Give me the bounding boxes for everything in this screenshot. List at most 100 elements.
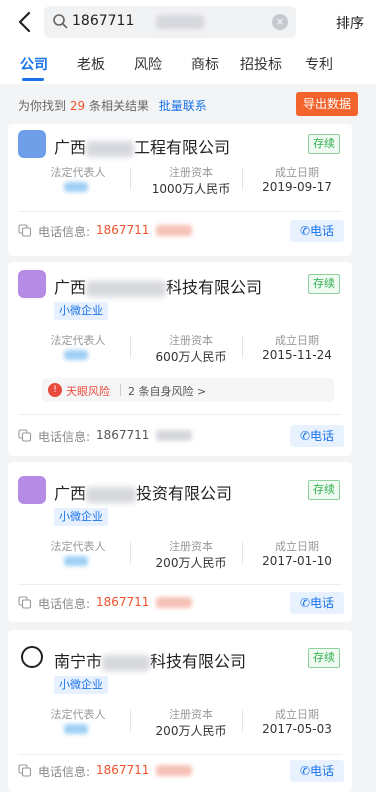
search-input[interactable]: 1867711 [72,13,134,29]
company-tag: 小微企业 [54,302,108,320]
call-label: 电话 [310,429,335,443]
copy-icon[interactable] [18,224,32,237]
founded-value: 2017-01-10 [262,554,332,568]
tab-boss[interactable]: 老板 [77,54,105,74]
call-button[interactable]: ✆电话 [290,592,344,614]
company-card[interactable]: 广西 科技有限公司 存续 小微企业 法定代表人 注册资本 600万人民币 成立日期… [8,262,352,456]
company-name-prefix: 南宁市 [54,652,103,671]
copy-icon[interactable] [18,429,32,442]
result-count: 29 [69,99,86,113]
clear-icon[interactable]: × [272,14,288,30]
redacted-text [156,430,192,441]
legal-rep-value[interactable] [64,724,88,734]
company-name-suffix: 科技有限公司 [150,652,247,671]
company-logo [21,646,43,668]
capital-label: 注册资本 [169,708,213,721]
top-bar: 1867711 × 排序 [0,0,376,44]
company-logo [18,270,46,298]
redacted-text [156,597,192,608]
company-card[interactable]: 广西 工程有限公司 存续 法定代表人 注册资本 1000万人民币 成立日期 201… [8,124,352,256]
divider [18,584,342,585]
capital-value: 600万人民币 [155,350,227,364]
redacted-text [156,15,204,29]
redacted-text [86,486,137,503]
search-box[interactable]: 1867711 × [44,6,296,38]
redacted-text [156,225,192,236]
phone-icon: ✆ [299,596,311,610]
company-logo [18,476,46,504]
company-logo [18,130,46,158]
founded-label: 成立日期 [275,540,319,553]
phone-label: 电话信息: [38,597,91,611]
capital-label: 注册资本 [169,166,213,179]
divider [18,211,342,212]
company-name[interactable]: 广西 工程有限公司 [54,134,230,158]
call-label: 电话 [310,764,335,778]
legal-rep-value[interactable] [64,350,88,360]
risk-count: 2 条自身风险 > [128,385,207,398]
tab-patent[interactable]: 专利 [305,54,333,74]
phone-number[interactable]: 1867711 [96,763,149,777]
call-label: 电话 [310,224,335,238]
phone-label: 电话信息: [38,430,91,444]
redacted-text [156,765,192,776]
legal-rep-label: 法定代表人 [50,166,106,179]
phone-label: 电话信息: [38,765,91,779]
phone-icon: ✆ [299,764,311,778]
founded-label: 成立日期 [275,708,319,721]
phone-row: 电话信息: 1867711 ✆电话 [18,220,348,242]
tab-company[interactable]: 公司 [20,54,48,74]
tab-trademark[interactable]: 商标 [191,54,219,74]
risk-title: 天眼风险 [66,385,110,398]
founded-label: 成立日期 [275,166,319,179]
phone-label: 电话信息: [38,225,91,239]
chevron-left-icon [18,11,31,33]
risk-summary[interactable]: ! 天眼风险 2 条自身风险 > [42,378,334,402]
back-button[interactable] [12,8,36,36]
batch-contact-link[interactable]: 批量联系 [159,99,207,113]
phone-number[interactable]: 1867711 [96,428,149,442]
call-button[interactable]: ✆电话 [290,760,344,782]
capital-label: 注册资本 [169,334,213,347]
summary-text: 为你找到 29 条相关结果 批量联系 [18,97,207,114]
legal-rep-value[interactable] [64,556,88,566]
copy-icon[interactable] [18,764,32,777]
founded-value: 2019-09-17 [262,180,332,194]
copy-icon[interactable] [18,596,32,609]
legal-rep-value[interactable] [64,182,88,192]
status-badge: 存续 [308,648,340,668]
risk-icon: ! [48,383,62,397]
company-name[interactable]: 广西 投资有限公司 [54,480,232,504]
category-tabs: 公司 老板 风险 商标 招投标 专利 [0,44,376,84]
company-card[interactable]: 广西 投资有限公司 存续 小微企业 法定代表人 注册资本 200万人民币 成立日期… [8,462,352,622]
call-button[interactable]: ✆电话 [290,220,344,242]
company-name-prefix: 广西 [54,484,87,503]
phone-icon: ✆ [299,429,311,443]
capital-label: 注册资本 [169,540,213,553]
tab-risk[interactable]: 风险 [134,54,162,74]
summary-prefix: 为你找到 [18,99,67,113]
company-name[interactable]: 广西 科技有限公司 [54,274,262,298]
sort-button[interactable]: 排序 [336,13,364,33]
tab-bidding[interactable]: 招投标 [240,54,282,74]
call-label: 电话 [310,596,335,610]
capital-value: 200万人民币 [155,556,227,570]
divider [130,710,131,732]
phone-row: 电话信息: 1867711 ✆电话 [18,760,348,782]
phone-icon: ✆ [299,224,311,238]
legal-rep-label: 法定代表人 [50,540,106,553]
company-tag: 小微企业 [54,508,108,526]
company-card[interactable]: 南宁市 科技有限公司 存续 小微企业 法定代表人 注册资本 200万人民币 成立日… [8,630,352,792]
export-data-button[interactable]: 导出数据 [296,92,358,116]
legal-rep-label: 法定代表人 [50,334,106,347]
phone-number[interactable]: 1867711 [96,223,149,237]
company-name-suffix: 工程有限公司 [134,138,231,157]
company-name-prefix: 广西 [54,278,87,297]
company-name-prefix: 广西 [54,138,87,157]
phone-row: 电话信息: 1867711 ✆电话 [18,425,348,447]
call-button[interactable]: ✆电话 [290,425,344,447]
company-name[interactable]: 南宁市 科技有限公司 [54,648,246,672]
phone-number[interactable]: 1867711 [96,595,149,609]
divider [18,414,342,415]
divider [130,336,131,358]
